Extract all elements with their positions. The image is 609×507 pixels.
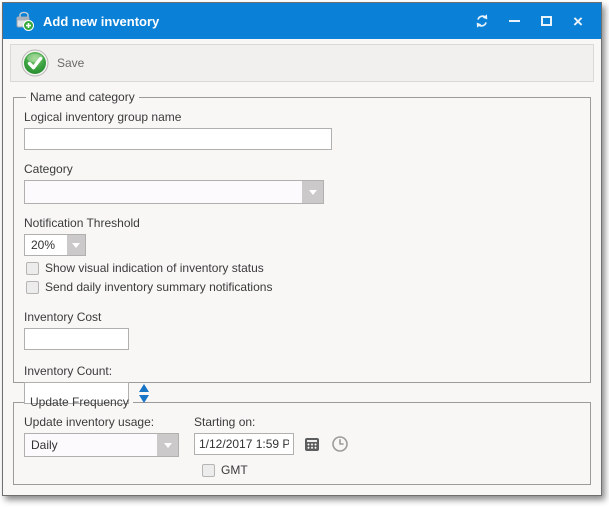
name-and-category-legend: Name and category (26, 90, 139, 104)
refresh-icon (474, 13, 490, 29)
gmt-checkbox[interactable] (202, 464, 215, 477)
show-visual-checkbox[interactable] (26, 262, 39, 275)
toolbar: Save (10, 44, 594, 82)
inventory-add-icon (13, 10, 35, 32)
save-button[interactable]: Save (17, 47, 92, 79)
group-name-label: Logical inventory group name (24, 110, 580, 124)
category-selected-value (25, 181, 302, 203)
usage-label: Update inventory usage: (24, 415, 194, 429)
frequency-row: Update inventory usage: Daily Starting o… (24, 411, 580, 477)
name-and-category-group: Name and category Logical inventory grou… (13, 90, 591, 383)
chevron-down-icon (164, 443, 172, 448)
chevron-down-icon (72, 243, 80, 248)
send-daily-checkbox[interactable] (26, 281, 39, 294)
spinner-down-icon[interactable] (139, 395, 149, 403)
inventory-cost-label: Inventory Cost (24, 310, 580, 324)
window-title: Add new inventory (43, 14, 463, 29)
category-label: Category (24, 162, 580, 176)
calendar-icon[interactable] (302, 434, 322, 454)
refresh-button[interactable] (469, 9, 495, 33)
threshold-selected-value: 20% (25, 235, 67, 255)
usage-selected-value: Daily (25, 434, 157, 456)
maximize-icon (541, 16, 552, 26)
threshold-dropdown[interactable]: 20% (24, 234, 86, 256)
send-daily-row: Send daily inventory summary notificatio… (26, 280, 580, 294)
show-visual-label: Show visual indication of inventory stat… (45, 261, 264, 275)
clock-icon[interactable] (330, 434, 350, 454)
save-button-label: Save (57, 56, 84, 70)
starting-on-row (194, 433, 350, 455)
show-visual-row: Show visual indication of inventory stat… (26, 261, 580, 275)
threshold-label: Notification Threshold (24, 216, 580, 230)
gmt-label: GMT (221, 463, 248, 477)
usage-column: Update inventory usage: Daily (24, 411, 194, 457)
maximize-button[interactable] (533, 9, 559, 33)
threshold-dropdown-button[interactable] (67, 235, 85, 255)
update-frequency-group: Update Frequency Update inventory usage:… (13, 395, 591, 485)
close-icon: × (573, 13, 583, 30)
chevron-down-icon (309, 190, 317, 195)
inventory-cost-input[interactable] (24, 328, 129, 350)
minimize-icon (509, 20, 520, 22)
close-button[interactable]: × (565, 9, 591, 33)
gmt-row: GMT (202, 463, 350, 477)
save-check-icon (21, 49, 49, 77)
starting-on-label: Starting on: (194, 415, 350, 429)
inventory-count-label: Inventory Count: (24, 364, 580, 378)
group-name-input[interactable] (24, 128, 332, 150)
minimize-button[interactable] (501, 9, 527, 33)
usage-dropdown-button[interactable] (157, 434, 178, 456)
category-dropdown[interactable] (24, 180, 324, 204)
inventory-count-spinner[interactable] (139, 384, 149, 403)
usage-dropdown[interactable]: Daily (24, 433, 179, 457)
starting-column: Starting on: GMT (194, 411, 350, 477)
add-new-inventory-dialog: Add new inventory × (2, 2, 602, 496)
send-daily-label: Send daily inventory summary notificatio… (45, 280, 272, 294)
category-dropdown-button[interactable] (302, 181, 323, 203)
titlebar: Add new inventory × (3, 3, 601, 39)
spinner-up-icon[interactable] (139, 384, 149, 392)
starting-on-input[interactable] (194, 433, 294, 455)
update-frequency-legend: Update Frequency (26, 395, 133, 409)
